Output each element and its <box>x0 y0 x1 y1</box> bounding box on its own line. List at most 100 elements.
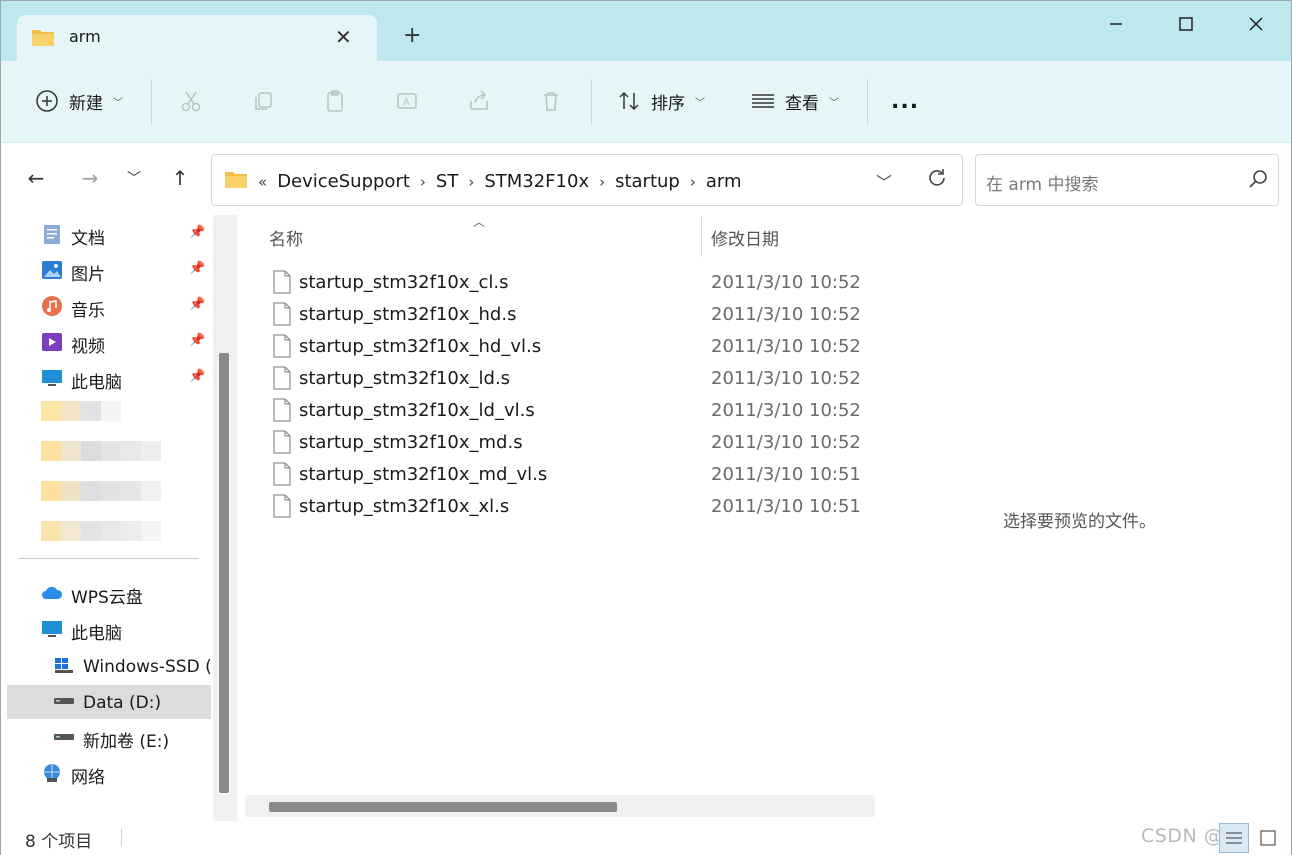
file-list: ︿ 名称 修改日期 startup_stm32f10x_cl.s 2011/3/… <box>241 215 877 821</box>
breadcrumb-item[interactable]: arm <box>706 171 742 192</box>
maximize-button[interactable] <box>1163 9 1209 39</box>
share-button[interactable] <box>465 83 493 119</box>
pin-icon[interactable]: 📌 <box>189 369 205 384</box>
folder-icon <box>31 27 55 51</box>
delete-button[interactable] <box>537 83 565 119</box>
tab-title: arm <box>69 27 101 46</box>
sidebar-item-label: 图片 <box>71 264 105 285</box>
network-icon <box>41 762 63 789</box>
sidebar-item-wps-cloud[interactable]: WPS云盘 <box>41 580 143 610</box>
file-icon <box>273 366 291 394</box>
drive-icon <box>53 726 75 753</box>
table-row[interactable]: startup_stm32f10x_hd_vl.s 2011/3/10 10:5… <box>269 330 869 362</box>
breadcrumb-item[interactable]: DeviceSupport <box>277 171 410 192</box>
forward-button[interactable]: → <box>75 163 105 193</box>
arrow-right-icon: → <box>81 166 99 190</box>
chevron-right-icon[interactable]: › <box>690 173 696 191</box>
blurred-item <box>41 481 161 501</box>
sidebar-scrollbar[interactable] <box>213 215 237 821</box>
column-header-modified[interactable]: 修改日期 <box>711 225 779 250</box>
breadcrumb: « DeviceSupport › ST › STM32F10x › start… <box>224 169 742 194</box>
thumbnail-view-button[interactable] <box>1253 823 1283 853</box>
document-icon <box>41 223 63 250</box>
blurred-item <box>41 441 161 461</box>
thumbnail-view-icon <box>1260 830 1276 846</box>
pin-icon[interactable]: 📌 <box>189 225 205 240</box>
breadcrumb-item[interactable]: startup <box>615 171 680 192</box>
up-button[interactable]: ↑ <box>165 163 195 193</box>
breadcrumb-overflow[interactable]: « <box>258 173 267 191</box>
sidebar-item-windows-ssd[interactable]: Windows-SSD ( <box>53 652 212 682</box>
sidebar-item-data-d[interactable]: Data (D:) <box>53 688 161 718</box>
table-row[interactable]: startup_stm32f10x_ld_vl.s 2011/3/10 10:5… <box>269 394 869 426</box>
table-row[interactable]: startup_stm32f10x_md.s 2011/3/10 10:52 <box>269 426 869 458</box>
tab-arm[interactable]: arm ✕ <box>17 15 377 61</box>
horizontal-scroll-thumb[interactable] <box>269 802 617 812</box>
toolbar-divider <box>591 79 592 125</box>
column-divider[interactable] <box>701 217 702 257</box>
scissors-icon <box>177 87 205 115</box>
sidebar-item-videos[interactable]: 视频 <box>41 329 105 359</box>
pin-icon[interactable]: 📌 <box>189 333 205 348</box>
table-row[interactable]: startup_stm32f10x_ld.s 2011/3/10 10:52 <box>269 362 869 394</box>
sidebar-item-this-pc[interactable]: 此电脑 <box>41 616 122 646</box>
close-tab-icon[interactable]: ✕ <box>335 25 352 49</box>
sidebar-item-this-pc-quick[interactable]: 此电脑 <box>41 365 122 395</box>
new-tab-button[interactable]: + <box>403 23 421 48</box>
breadcrumb-item[interactable]: STM32F10x <box>484 171 589 192</box>
view-button[interactable]: 查看 ﹀ <box>749 83 839 119</box>
table-row[interactable]: startup_stm32f10x_xl.s 2011/3/10 10:51 <box>269 490 869 522</box>
more-label: ... <box>891 88 920 114</box>
chevron-right-icon[interactable]: › <box>420 173 426 191</box>
file-modified: 2011/3/10 10:52 <box>711 431 861 453</box>
search-input[interactable]: 在 arm 中搜索 <box>986 170 1098 195</box>
drive-icon <box>53 690 75 717</box>
horizontal-scrollbar[interactable] <box>245 795 875 817</box>
sidebar-item-pictures[interactable]: 图片 <box>41 257 105 287</box>
pin-icon[interactable]: 📌 <box>189 297 205 312</box>
table-row[interactable]: startup_stm32f10x_md_vl.s 2011/3/10 10:5… <box>269 458 869 490</box>
address-dropdown-icon[interactable]: ﹀ <box>876 169 892 193</box>
preview-pane: 选择要预览的文件。 <box>877 215 1291 821</box>
file-icon <box>273 398 291 426</box>
sidebar-item-volume-e[interactable]: 新加卷 (E:) <box>53 724 169 754</box>
table-row[interactable]: startup_stm32f10x_hd.s 2011/3/10 10:52 <box>269 298 869 330</box>
sidebar-item-label: 新加卷 (E:) <box>83 731 170 752</box>
search-icon[interactable] <box>1248 169 1268 193</box>
sidebar-scroll-thumb[interactable] <box>219 353 229 793</box>
cut-button[interactable] <box>177 83 205 119</box>
music-icon <box>41 295 63 322</box>
column-header-name[interactable]: 名称 <box>269 225 303 250</box>
command-bar: 新建 ﹀ A 排序 ﹀ 查看 ﹀ ... <box>1 61 1291 143</box>
rename-button[interactable]: A <box>393 83 421 119</box>
minimize-button[interactable] <box>1093 9 1139 39</box>
breadcrumb-item[interactable]: ST <box>436 171 458 192</box>
pin-icon[interactable]: 📌 <box>189 261 205 276</box>
chevron-right-icon[interactable]: › <box>468 173 474 191</box>
file-icon <box>273 270 291 298</box>
share-icon <box>465 87 493 115</box>
chevron-right-icon[interactable]: › <box>599 173 605 191</box>
sidebar-item-label: Windows-SSD ( <box>83 657 212 677</box>
sidebar-item-documents[interactable]: 文档 <box>41 221 105 251</box>
paste-button[interactable] <box>321 83 349 119</box>
sort-icon <box>615 87 643 115</box>
more-options-button[interactable]: ... <box>891 83 919 119</box>
details-view-button[interactable] <box>1219 823 1249 853</box>
copy-button[interactable] <box>249 83 277 119</box>
back-button[interactable]: ← <box>21 163 51 193</box>
toolbar-divider <box>867 79 868 125</box>
clipboard-icon <box>321 87 349 115</box>
sort-button[interactable]: 排序 ﹀ <box>615 83 705 119</box>
refresh-icon[interactable] <box>926 167 948 193</box>
recent-locations-button[interactable]: ﹀ <box>119 163 149 193</box>
file-modified: 2011/3/10 10:51 <box>711 463 861 485</box>
sidebar-item-music[interactable]: 音乐 <box>41 293 105 323</box>
search-box[interactable]: 在 arm 中搜索 <box>975 154 1279 206</box>
table-row[interactable]: startup_stm32f10x_cl.s 2011/3/10 10:52 <box>269 266 869 298</box>
close-window-button[interactable] <box>1233 9 1279 39</box>
address-bar[interactable]: « DeviceSupport › ST › STM32F10x › start… <box>211 154 963 206</box>
sidebar-item-network[interactable]: 网络 <box>41 760 105 790</box>
new-button[interactable]: 新建 ﹀ <box>33 83 123 119</box>
file-explorer-window: arm ✕ + 新建 ﹀ A 排序 ﹀ 查看 ﹀ ... ← → ﹀ ↑ « D… <box>0 0 1292 855</box>
